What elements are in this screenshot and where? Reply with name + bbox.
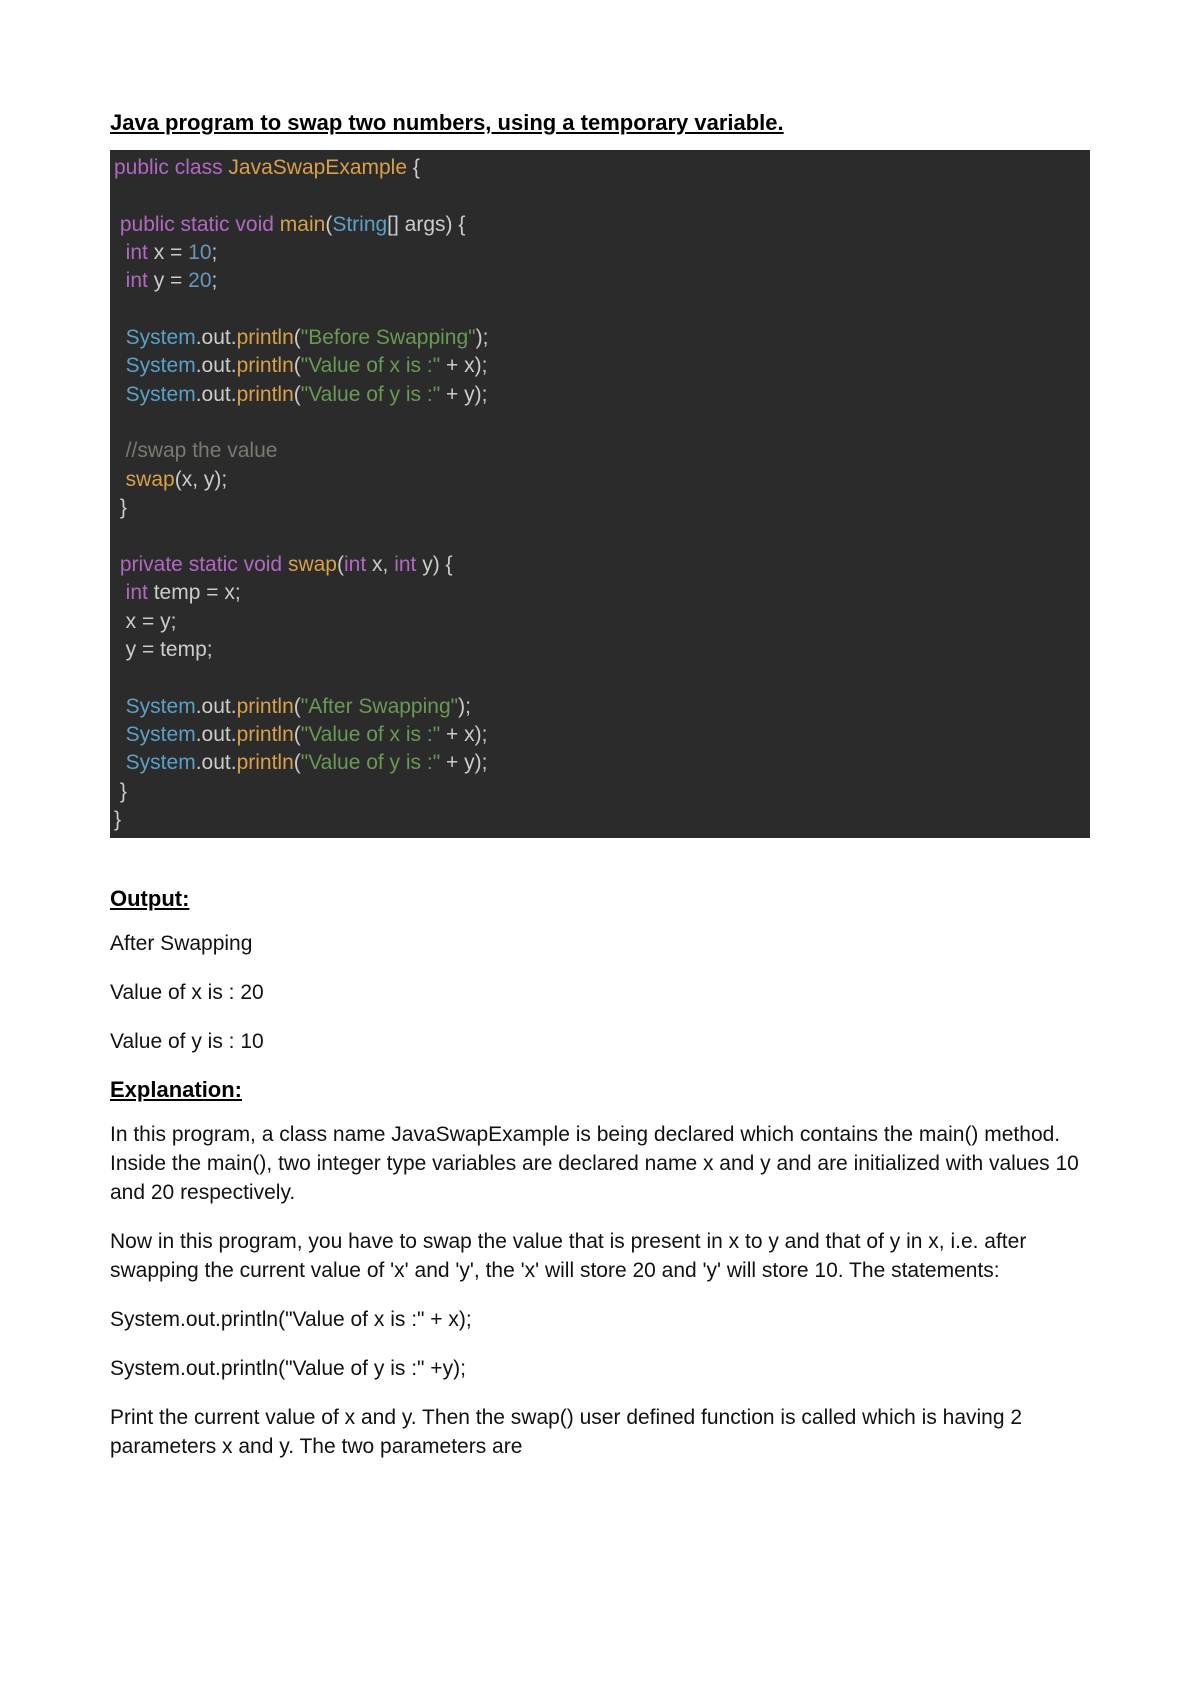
- explanation-paragraph: Print the current value of x and y. Then…: [110, 1404, 1090, 1462]
- explanation-paragraph: System.out.println("Value of x is :" + x…: [110, 1306, 1090, 1335]
- explanation-paragraph: In this program, a class name JavaSwapEx…: [110, 1121, 1090, 1208]
- output-line: Value of y is : 10: [110, 1028, 1090, 1057]
- output-line: After Swapping: [110, 930, 1090, 959]
- output-line: Value of x is : 20: [110, 979, 1090, 1008]
- explanation-paragraph: Now in this program, you have to swap th…: [110, 1228, 1090, 1286]
- explanation-paragraph: System.out.println("Value of y is :" +y)…: [110, 1355, 1090, 1384]
- output-heading: Output:: [110, 886, 1090, 912]
- code-block: public class JavaSwapExample { public st…: [110, 150, 1090, 838]
- explanation-heading: Explanation:: [110, 1077, 1090, 1103]
- document-title: Java program to swap two numbers, using …: [110, 110, 1090, 136]
